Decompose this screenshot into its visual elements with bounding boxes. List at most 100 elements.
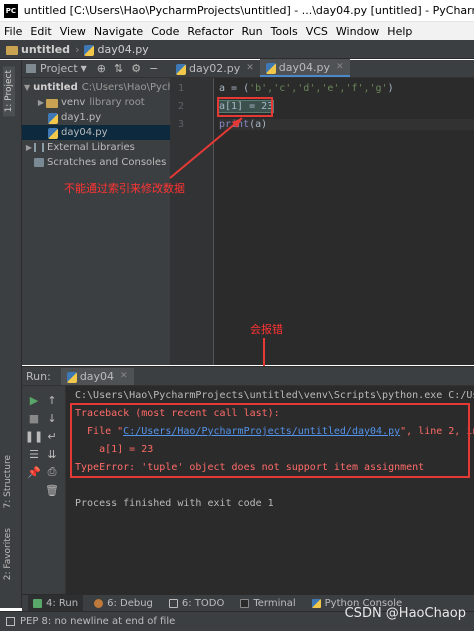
python-file-icon xyxy=(84,44,95,56)
pycharm-logo-icon: PC xyxy=(4,3,18,18)
python-file-icon xyxy=(48,128,58,139)
chevron-down-icon[interactable]: ▼ xyxy=(81,64,87,73)
tab-todo[interactable]: 6: TODO xyxy=(164,595,229,612)
console-finished: Process finished with exit code 1 xyxy=(75,498,274,509)
collapse-arrow-icon[interactable]: ▶ xyxy=(36,98,46,107)
terminal-icon xyxy=(240,598,250,608)
code-line-1: a = ('b','c','d','e','f','g') xyxy=(219,83,394,94)
menu-file[interactable]: File xyxy=(4,25,22,38)
tree-item-venv[interactable]: ▶ venv library root xyxy=(22,95,170,110)
python-file-icon xyxy=(66,371,77,383)
tab-day04[interactable]: day04.py ✕ xyxy=(259,59,350,77)
project-tool-tab[interactable]: 1: Project xyxy=(3,66,15,117)
tree-label: day1.py xyxy=(61,112,102,123)
rerun-icon[interactable]: ▶ xyxy=(26,392,42,408)
line-number: 2 xyxy=(177,101,184,112)
run-label: Run: xyxy=(26,369,51,383)
watermark: CSDN @HaoChaop xyxy=(344,606,466,621)
library-icon xyxy=(34,143,44,152)
menu-window[interactable]: Window xyxy=(336,25,379,38)
menu-code[interactable]: Code xyxy=(151,25,179,38)
locate-icon[interactable]: ⊕ xyxy=(97,62,106,75)
python-file-icon xyxy=(176,63,186,75)
run-panel-header: Run: day04 ✕ xyxy=(22,366,474,386)
tree-label: External Libraries xyxy=(47,142,135,153)
stop-icon[interactable]: ■ xyxy=(26,410,42,426)
arrow-down-icon[interactable]: ↓ xyxy=(44,410,60,426)
arrow-up-icon[interactable]: ↑ xyxy=(44,392,60,408)
menu-bar: File Edit View Navigate Code Refactor Ru… xyxy=(0,22,474,40)
collapse-arrow-icon[interactable]: ▶ xyxy=(24,143,34,152)
folder-icon xyxy=(46,99,58,108)
tree-item-scratches[interactable]: Scratches and Consoles xyxy=(22,155,170,170)
tree-item-day1[interactable]: day1.py xyxy=(22,110,170,125)
delete-icon[interactable]: 🗑 xyxy=(44,482,60,498)
run-toolbar: ▶ ↑ ■ ↓ ❚❚ ↵ ☰ ⇊ 📌 ⎙ 🗑 xyxy=(22,386,66,594)
tab-label: day04.py xyxy=(278,60,330,74)
chevron-right-icon: › xyxy=(75,42,80,56)
soft-wrap-icon[interactable]: ↵ xyxy=(44,428,60,444)
tree-label: day04.py xyxy=(61,127,108,138)
menu-refactor[interactable]: Refactor xyxy=(187,25,233,38)
annotation-box-traceback xyxy=(70,403,470,478)
line-number: 3 xyxy=(177,119,184,130)
nav-project[interactable]: untitled xyxy=(21,43,70,56)
navigation-bar: untitled › day04.py xyxy=(0,40,474,59)
structure-tool-tab[interactable]: 7: Structure xyxy=(3,455,13,509)
console-command: C:\Users\Hao\PycharmProjects\untitled\ve… xyxy=(75,390,474,401)
tab-run[interactable]: 4: Run xyxy=(28,594,84,612)
annotation-will-error: 会报错 xyxy=(250,323,283,336)
left-tool-strip: 1: Project 7: Structure 2: Favorites xyxy=(0,60,22,608)
pin-icon[interactable]: 📌 xyxy=(26,464,42,480)
code-line-3: print(a) xyxy=(219,119,474,130)
favorites-tool-tab[interactable]: 2: Favorites xyxy=(3,528,13,580)
tree-label: venv xyxy=(61,97,86,108)
menu-run[interactable]: Run xyxy=(242,25,263,38)
project-view-icon xyxy=(26,64,36,73)
menu-navigate[interactable]: Navigate xyxy=(94,25,143,38)
tree-item-day04[interactable]: day04.py xyxy=(22,125,170,140)
project-panel-header: Project ▼ ⊕ ⇅ ⚙ − xyxy=(22,60,170,78)
tree-label: untitled xyxy=(33,82,78,93)
project-panel: Project ▼ ⊕ ⇅ ⚙ − ▼ untitled C:\Users\Ha… xyxy=(22,60,170,365)
minimize-icon[interactable]: − xyxy=(149,62,158,75)
close-icon[interactable]: ✕ xyxy=(120,371,128,381)
scroll-to-end-icon[interactable]: ⇊ xyxy=(44,446,60,462)
menu-edit[interactable]: Edit xyxy=(30,25,51,38)
folder-icon xyxy=(6,45,18,55)
line-number: 1 xyxy=(177,83,184,94)
tree-item-untitled[interactable]: ▼ untitled C:\Users\Hao\Pych xyxy=(22,80,170,95)
python-file-icon xyxy=(265,62,276,74)
run-tab[interactable]: day04 ✕ xyxy=(60,367,134,385)
scratch-icon xyxy=(34,158,44,167)
window-title-bar: PC untitled [C:\Users\Hao\PycharmProject… xyxy=(0,0,474,22)
status-icon xyxy=(6,617,15,626)
tab-debug[interactable]: 6: Debug xyxy=(89,595,158,612)
project-view-selector[interactable]: Project xyxy=(40,62,78,75)
todo-icon xyxy=(168,598,178,608)
menu-tools[interactable]: Tools xyxy=(271,25,298,38)
print-icon[interactable]: ⎙ xyxy=(44,464,60,480)
window-title: untitled [C:\Users\Hao\PycharmProjects\u… xyxy=(23,4,474,17)
expand-arrow-icon[interactable]: ▼ xyxy=(24,83,30,92)
close-icon[interactable]: ✕ xyxy=(336,62,344,72)
menu-help[interactable]: Help xyxy=(387,25,412,38)
menu-vcs[interactable]: VCS xyxy=(306,25,328,38)
tab-label: day02.py xyxy=(189,61,241,75)
run-icon xyxy=(33,598,42,608)
menu-view[interactable]: View xyxy=(60,25,86,38)
tab-day02[interactable]: day02.py ✕ xyxy=(170,59,260,77)
debug-icon xyxy=(94,598,104,608)
tree-item-external-libraries[interactable]: ▶ External Libraries xyxy=(22,140,170,155)
nav-file[interactable]: day04.py xyxy=(97,43,148,56)
close-icon[interactable]: ✕ xyxy=(246,63,254,73)
tab-terminal[interactable]: Terminal xyxy=(235,595,300,612)
restore-layout-icon[interactable]: ☰ xyxy=(26,446,42,462)
python-console-icon xyxy=(311,598,321,608)
collapse-icon[interactable]: ⇅ xyxy=(114,62,123,75)
gear-icon[interactable]: ⚙ xyxy=(131,62,141,75)
pause-icon[interactable]: ❚❚ xyxy=(25,428,43,444)
run-tab-label: day04 xyxy=(79,369,115,383)
status-message: PEP 8: no newline at end of file xyxy=(20,616,176,627)
editor-gutter: 1 2 3 xyxy=(170,78,214,365)
